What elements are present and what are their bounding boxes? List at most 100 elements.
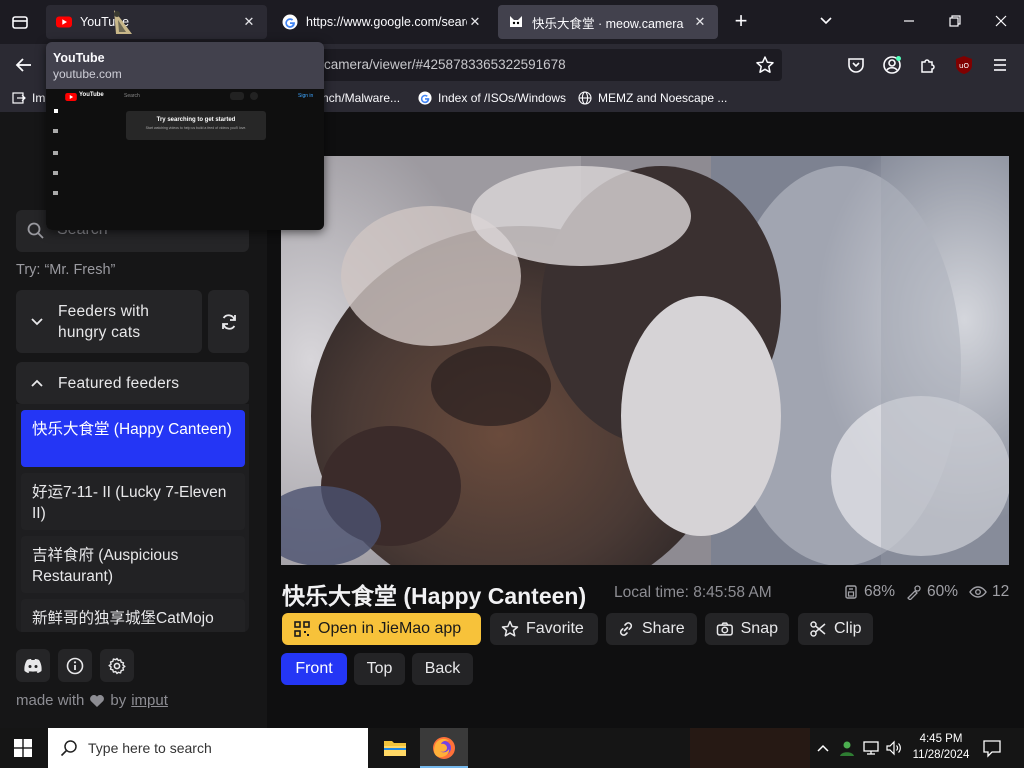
show-hidden-icons-button[interactable] [815,740,831,756]
viewer-count-stat: 12 [969,583,1009,601]
hungry-cats-label: Feeders with hungry cats [58,303,150,341]
ublock-button[interactable]: uO [954,55,974,75]
heart-icon [90,694,105,707]
star-icon [756,56,774,73]
bookmark-star-button[interactable] [755,55,775,75]
chevron-up-icon [31,379,43,387]
firefox-taskbar-button[interactable] [420,728,468,768]
tab-meow-camera[interactable]: 快乐大食堂 · meow.camera ✕ [498,5,718,39]
camera-icon [716,622,733,636]
restore-button[interactable] [946,12,964,30]
open-in-jiemao-app-button[interactable]: Open in JieMao app [282,613,481,645]
close-tab-icon[interactable]: ✕ [467,14,483,30]
tray-app-button[interactable] [838,739,856,757]
battery-level-value: 60% [927,583,959,600]
feeder-item-happy-canteen[interactable]: 快乐大食堂 (Happy Canteen) [21,410,245,467]
speaker-icon [886,740,901,756]
settings-button[interactable] [100,649,134,682]
camera-top-button[interactable]: Top [354,653,405,685]
account-icon [883,56,901,74]
svg-text:uO: uO [959,62,969,70]
search-icon [60,740,77,757]
taskbar-search-box[interactable]: Type here to search [48,728,368,768]
bookmark-import[interactable]: Im [12,91,45,105]
tab-title: YouTube [80,15,130,29]
close-window-button[interactable] [992,12,1010,30]
cat-video-frame [281,156,1009,565]
start-button[interactable] [14,739,32,757]
minimize-button[interactable] [900,12,918,30]
camera-back-button[interactable]: Back [412,653,473,685]
eye-icon [969,586,987,598]
button-label: Favorite [526,620,584,637]
tab-list-icon [12,16,28,29]
bookmark-memz[interactable]: MEMZ and Noescape ... [578,91,727,105]
camera-front-button[interactable]: Front [281,653,347,685]
thumb-empty-card: Try searching to get started Start watch… [126,111,266,140]
arrow-left-icon [15,58,31,72]
chevron-down-icon [820,17,832,25]
back-button[interactable] [14,55,34,75]
new-tab-button[interactable]: + [731,10,751,32]
refresh-button[interactable] [208,290,249,353]
snap-button[interactable]: Snap [705,613,789,645]
extensions-button[interactable] [918,55,938,75]
tab-youtube[interactable]: YouTube ✕ [46,5,267,39]
viewer-count-value: 12 [992,583,1010,600]
thumb-mic [250,92,258,100]
network-tray-button[interactable] [862,739,880,757]
thumb-sub: Start watching videos to help us build a… [145,126,247,130]
bookmark-label: nch/Malware... [322,91,401,105]
thumb-side-rail [52,109,60,209]
favorite-button[interactable]: Favorite [490,613,598,645]
chevron-down-icon [31,318,43,326]
about-button[interactable] [58,649,92,682]
thumb-signin: Sign in [298,93,314,99]
discord-button[interactable] [16,649,50,682]
close-tab-icon[interactable]: ✕ [692,14,708,30]
preview-title: YouTube [53,51,105,65]
feeder-item-catmojo[interactable]: 新鲜哥的独享城堡CatMojo [21,599,245,632]
notifications-button[interactable] [982,738,1002,758]
thumb-brand: YouTube [79,92,104,98]
food-level-value: 68% [864,583,896,600]
link-icon [619,622,633,636]
restore-icon [949,15,961,27]
bookmark-malware-folder[interactable]: nch/Malware... [322,91,400,105]
tab-google-search[interactable]: https://www.google.com/search ✕ [272,5,493,39]
close-icon [995,15,1007,27]
preview-url: youtube.com [53,67,122,81]
feeder-item-lucky-7-eleven[interactable]: 好运7-11- II (Lucky 7-Eleven II) [21,473,245,530]
account-button[interactable] [882,55,902,75]
url-text: camera/viewer/#4258783365322591678 [324,57,566,72]
share-button[interactable]: Share [606,613,697,645]
feeder-item-auspicious-restaurant[interactable]: 吉祥食府 (Auspicious Restaurant) [21,536,245,593]
clip-button[interactable]: Clip [798,613,873,645]
featured-feeders-toggle[interactable]: Featured feeders [16,362,249,404]
globe-icon [578,91,592,105]
notification-icon [983,740,1001,758]
thumb-heading: Try searching to get started [156,117,236,123]
ublock-origin-icon: uO [956,56,972,74]
food-bowl-icon [845,585,857,599]
hungry-cats-toggle[interactable]: Feeders with hungry cats [16,290,202,353]
bookmark-iso-index[interactable]: Index of /ISOs/Windows [418,91,566,105]
taskbar-search-placeholder: Type here to search [88,740,212,756]
puzzle-icon [921,59,935,73]
list-all-tabs-button[interactable] [817,12,835,30]
pocket-button[interactable] [846,55,866,75]
clock[interactable]: 4:45 PM 11/28/2024 [908,731,974,763]
cursor-sprite [110,8,136,38]
button-label: Open in JieMao app [318,620,462,637]
close-tab-icon[interactable]: ✕ [241,14,257,30]
battery-level-stat: 60% [906,583,958,601]
camera-video-feed[interactable] [281,156,1009,565]
button-label: Clip [834,620,862,637]
featured-feeders-label: Featured feeders [58,375,180,392]
tab-list-button[interactable] [10,12,30,32]
imput-link[interactable]: imput [131,692,168,709]
discord-icon [24,659,42,673]
file-explorer-taskbar-button[interactable] [371,728,419,768]
menu-button[interactable] [990,55,1010,75]
volume-tray-button[interactable] [885,739,903,757]
